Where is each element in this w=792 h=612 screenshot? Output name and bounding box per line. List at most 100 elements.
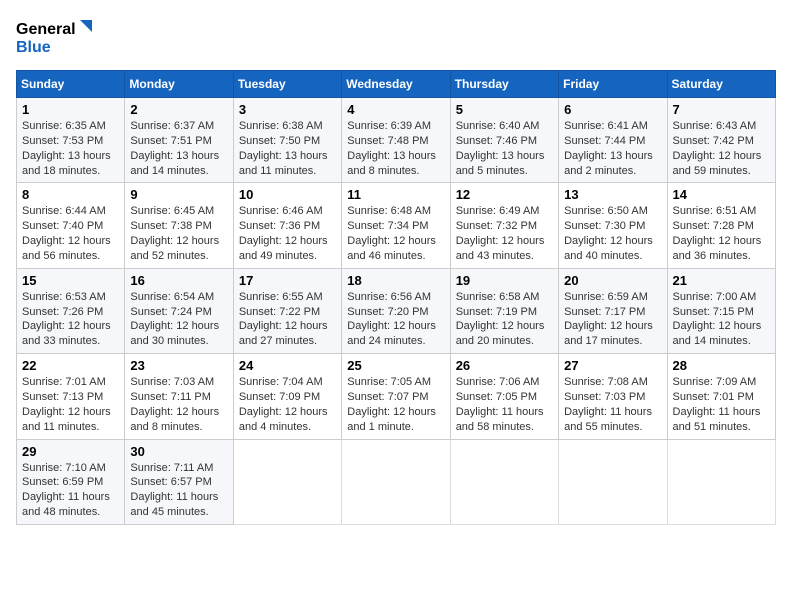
calendar-cell: 5Sunrise: 6:40 AMSunset: 7:46 PMDaylight… — [450, 98, 558, 183]
cell-info: Daylight: 11 hours and 51 minutes. — [673, 405, 770, 435]
cell-info: Sunrise: 6:51 AM — [673, 204, 770, 219]
cell-info: Sunrise: 6:43 AM — [673, 119, 770, 134]
cell-info: Daylight: 12 hours and 30 minutes. — [130, 319, 227, 349]
calendar-cell: 23Sunrise: 7:03 AMSunset: 7:11 PMDayligh… — [125, 354, 233, 439]
calendar-cell: 24Sunrise: 7:04 AMSunset: 7:09 PMDayligh… — [233, 354, 341, 439]
calendar-cell: 8Sunrise: 6:44 AMSunset: 7:40 PMDaylight… — [17, 183, 125, 268]
cell-info: Daylight: 12 hours and 11 minutes. — [22, 405, 119, 435]
calendar-cell: 17Sunrise: 6:55 AMSunset: 7:22 PMDayligh… — [233, 268, 341, 353]
cell-info: Daylight: 12 hours and 33 minutes. — [22, 319, 119, 349]
cell-info: Daylight: 12 hours and 1 minute. — [347, 405, 444, 435]
col-header-thursday: Thursday — [450, 71, 558, 98]
day-number: 15 — [22, 273, 119, 288]
cell-info: Sunrise: 6:46 AM — [239, 204, 336, 219]
calendar-cell: 11 Sunrise: 6:48 AMSunset: 7:34 PMDayligh… — [342, 183, 450, 268]
calendar-cell: 28Sunrise: 7:09 AMSunset: 7:01 PMDayligh… — [667, 354, 775, 439]
cell-info: Sunset: 7:19 PM — [456, 305, 553, 320]
calendar-cell: 18Sunrise: 6:56 AMSunset: 7:20 PMDayligh… — [342, 268, 450, 353]
svg-text:General: General — [16, 21, 76, 38]
cell-info: Daylight: 11 hours and 58 minutes. — [456, 405, 553, 435]
cell-info: Sunset: 7:32 PM — [456, 219, 553, 234]
cell-info: Sunrise: 6:48 AM — [347, 204, 444, 219]
cell-info: Sunset: 7:05 PM — [456, 390, 553, 405]
cell-info: Sunrise: 7:01 AM — [22, 375, 119, 390]
cell-info: Daylight: 12 hours and 17 minutes. — [564, 319, 661, 349]
calendar-cell: 14Sunrise: 6:51 AMSunset: 7:28 PMDayligh… — [667, 183, 775, 268]
cell-info: Sunrise: 6:53 AM — [22, 290, 119, 305]
calendar-table: SundayMondayTuesdayWednesdayThursdayFrid… — [16, 70, 776, 525]
day-number: 7 — [673, 102, 770, 117]
cell-info: Sunset: 7:53 PM — [22, 134, 119, 149]
cell-info: Sunset: 7:34 PM — [347, 219, 444, 234]
calendar-cell: 27Sunrise: 7:08 AMSunset: 7:03 PMDayligh… — [559, 354, 667, 439]
cell-info: Sunrise: 6:40 AM — [456, 119, 553, 134]
day-number: 10 — [239, 187, 336, 202]
cell-info: Sunset: 7:11 PM — [130, 390, 227, 405]
col-header-sunday: Sunday — [17, 71, 125, 98]
calendar-cell: 26Sunrise: 7:06 AMSunset: 7:05 PMDayligh… — [450, 354, 558, 439]
cell-info: Daylight: 13 hours and 2 minutes. — [564, 149, 661, 179]
cell-info: Daylight: 12 hours and 52 minutes. — [130, 234, 227, 264]
calendar-cell: 12Sunrise: 6:49 AMSunset: 7:32 PMDayligh… — [450, 183, 558, 268]
calendar-week-2: 8Sunrise: 6:44 AMSunset: 7:40 PMDaylight… — [17, 183, 776, 268]
cell-info: Daylight: 12 hours and 43 minutes. — [456, 234, 553, 264]
cell-info: Daylight: 11 hours and 48 minutes. — [22, 490, 119, 520]
day-number: 6 — [564, 102, 661, 117]
day-number: 5 — [456, 102, 553, 117]
day-number: 11 — [347, 187, 444, 202]
cell-info: Daylight: 12 hours and 49 minutes. — [239, 234, 336, 264]
cell-info: Daylight: 12 hours and 46 minutes. — [347, 234, 444, 264]
cell-info: Sunset: 7:01 PM — [673, 390, 770, 405]
calendar-cell — [559, 439, 667, 524]
cell-info: Sunrise: 6:59 AM — [564, 290, 661, 305]
day-number: 16 — [130, 273, 227, 288]
cell-info: Sunset: 7:26 PM — [22, 305, 119, 320]
cell-info: Sunrise: 6:50 AM — [564, 204, 661, 219]
day-number: 2 — [130, 102, 227, 117]
calendar-cell: 3Sunrise: 6:38 AMSunset: 7:50 PMDaylight… — [233, 98, 341, 183]
cell-info: Sunrise: 6:55 AM — [239, 290, 336, 305]
cell-info: Sunrise: 6:37 AM — [130, 119, 227, 134]
cell-info: Sunrise: 7:00 AM — [673, 290, 770, 305]
cell-info: Sunrise: 6:54 AM — [130, 290, 227, 305]
cell-info: Sunrise: 6:39 AM — [347, 119, 444, 134]
cell-info: Sunset: 7:51 PM — [130, 134, 227, 149]
calendar-cell: 1Sunrise: 6:35 AMSunset: 7:53 PMDaylight… — [17, 98, 125, 183]
cell-info: Daylight: 13 hours and 14 minutes. — [130, 149, 227, 179]
cell-info: Sunset: 7:24 PM — [130, 305, 227, 320]
col-header-saturday: Saturday — [667, 71, 775, 98]
cell-info: Sunrise: 6:35 AM — [22, 119, 119, 134]
cell-info: Daylight: 12 hours and 24 minutes. — [347, 319, 444, 349]
day-number: 13 — [564, 187, 661, 202]
cell-info: Sunrise: 6:58 AM — [456, 290, 553, 305]
cell-info: Sunset: 7:30 PM — [564, 219, 661, 234]
calendar-cell: 9Sunrise: 6:45 AMSunset: 7:38 PMDaylight… — [125, 183, 233, 268]
cell-info: Daylight: 12 hours and 4 minutes. — [239, 405, 336, 435]
cell-info: Sunrise: 6:45 AM — [130, 204, 227, 219]
calendar-cell — [450, 439, 558, 524]
cell-info: Sunset: 7:07 PM — [347, 390, 444, 405]
calendar-cell — [667, 439, 775, 524]
cell-info: Sunset: 7:42 PM — [673, 134, 770, 149]
calendar-cell: 20Sunrise: 6:59 AMSunset: 7:17 PMDayligh… — [559, 268, 667, 353]
day-number: 28 — [673, 358, 770, 373]
col-header-monday: Monday — [125, 71, 233, 98]
day-number: 29 — [22, 444, 119, 459]
cell-info: Daylight: 12 hours and 27 minutes. — [239, 319, 336, 349]
calendar-cell: 16 Sunrise: 6:54 AMSunset: 7:24 PMDayligh… — [125, 268, 233, 353]
cell-info: Sunrise: 6:49 AM — [456, 204, 553, 219]
day-number: 30 — [130, 444, 227, 459]
cell-info: Sunset: 7:28 PM — [673, 219, 770, 234]
calendar-cell: 25Sunrise: 7:05 AMSunset: 7:07 PMDayligh… — [342, 354, 450, 439]
day-number: 22 — [22, 358, 119, 373]
cell-info: Sunset: 7:22 PM — [239, 305, 336, 320]
day-number: 18 — [347, 273, 444, 288]
cell-info: Sunset: 7:15 PM — [673, 305, 770, 320]
calendar-cell: 22Sunrise: 7:01 AMSunset: 7:13 PMDayligh… — [17, 354, 125, 439]
cell-info: Daylight: 11 hours and 55 minutes. — [564, 405, 661, 435]
calendar-cell: 4Sunrise: 6:39 AMSunset: 7:48 PMDaylight… — [342, 98, 450, 183]
cell-info: Daylight: 11 hours and 45 minutes. — [130, 490, 227, 520]
calendar-cell: 19Sunrise: 6:58 AMSunset: 7:19 PMDayligh… — [450, 268, 558, 353]
calendar-cell: 13Sunrise: 6:50 AMSunset: 7:30 PMDayligh… — [559, 183, 667, 268]
day-number: 23 — [130, 358, 227, 373]
